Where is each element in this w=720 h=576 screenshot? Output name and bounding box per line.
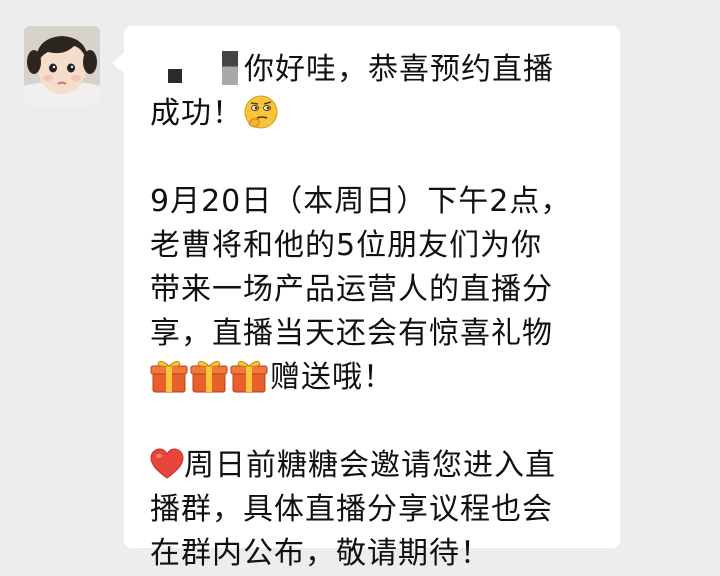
invite-text: 周日前糖糖会邀请您进入直: [184, 448, 556, 483]
greeting-text-cont: 成功！: [150, 96, 243, 131]
greeting-line-1: 你好哇，恭喜预约直播: [150, 48, 590, 92]
redacted-name-block: [168, 68, 182, 83]
event-line-3: 带来一场产品运营人的直播分: [150, 272, 553, 307]
event-line-5: 赠送哦！: [150, 356, 590, 400]
gift-icon: [190, 358, 228, 394]
invite-line-2: 播群，具体直播分享议程也会: [150, 492, 553, 527]
event-line-1: 9月20日（本周日）下午2点，: [150, 184, 572, 219]
event-line-2: 老曹将和他的5位朋友们为你: [150, 228, 543, 263]
gift-icon: [230, 358, 268, 394]
invite-line-3: 在群内公布，敬请期待！: [150, 536, 491, 571]
redacted-name-block: [222, 50, 238, 85]
greeting-line-2: 成功！: [150, 92, 590, 136]
event-line-4: 享，直播当天还会有惊喜礼物: [150, 316, 553, 351]
message-text: 你好哇，恭喜预约直播 成功！ 9月20日（本周日）下午2点， 老曹将和他的5位朋…: [150, 48, 590, 576]
message-paragraph-event: 9月20日（本周日）下午2点， 老曹将和他的5位朋友们为你 带来一场产品运营人的…: [150, 180, 590, 400]
thinking-face-emoji-icon: [243, 94, 279, 130]
greeting-text: 你好哇，恭喜预约直播: [244, 52, 554, 87]
invite-line-1: 周日前糖糖会邀请您进入直: [150, 444, 590, 488]
girl-avatar-photo-icon: [24, 26, 100, 106]
event-text-gift: 赠送哦！: [270, 360, 394, 395]
message-paragraph-greeting: 你好哇，恭喜预约直播 成功！: [150, 48, 590, 136]
message-bubble[interactable]: 你好哇，恭喜预约直播 成功！ 9月20日（本周日）下午2点， 老曹将和他的5位朋…: [124, 26, 620, 571]
contact-avatar[interactable]: [24, 26, 100, 106]
message-paragraph-invite: 周日前糖糖会邀请您进入直 播群，具体直播分享议程也会 在群内公布，敬请期待！: [150, 444, 590, 576]
red-heart-icon: [150, 447, 184, 480]
gift-icon: [150, 358, 188, 394]
